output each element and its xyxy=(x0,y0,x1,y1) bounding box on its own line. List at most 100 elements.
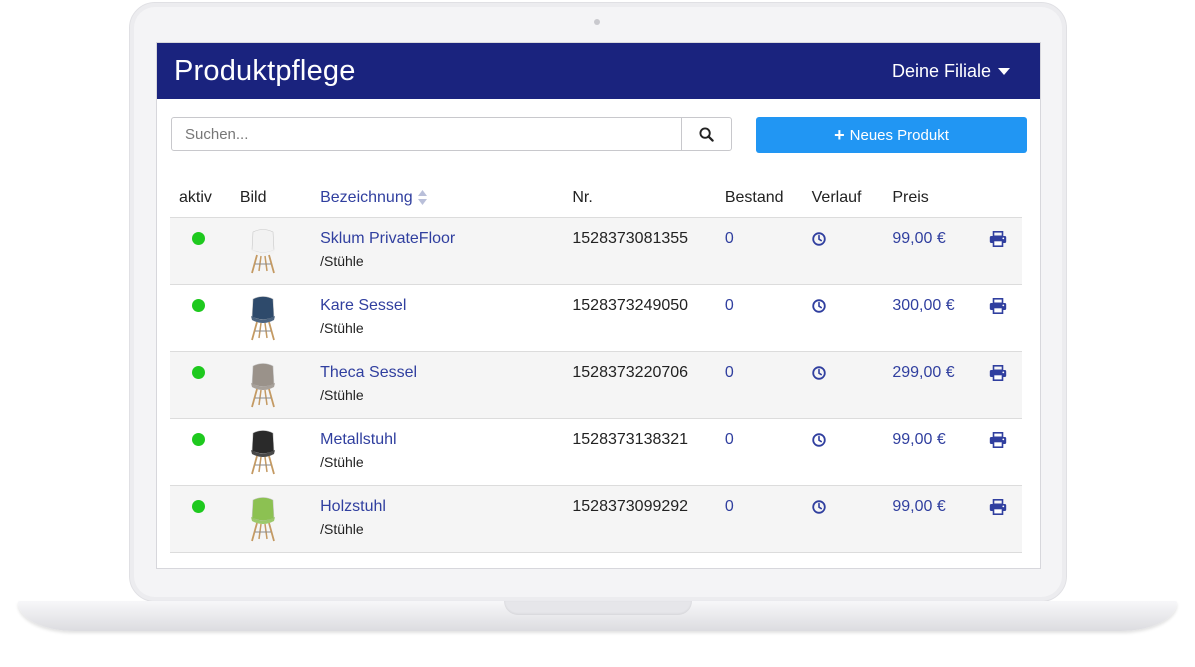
column-header-bild: Bild xyxy=(239,179,321,218)
active-status-dot xyxy=(192,299,205,312)
column-header-aktiv: aktiv xyxy=(170,179,240,218)
column-header-bezeichnung[interactable]: Bezeichnung xyxy=(320,179,573,218)
cell-nr: 1528373081355 xyxy=(572,217,725,285)
cell-bestand: 0 xyxy=(724,284,812,352)
branch-dropdown[interactable]: Deine Filiale xyxy=(892,61,1010,82)
print-icon[interactable] xyxy=(989,432,1007,448)
sort-by-bezeichnung-link[interactable]: Bezeichnung xyxy=(320,189,413,206)
cell-aktiv xyxy=(170,418,240,486)
table-row: Sklum PrivateFloor /Stühle 1528373081355… xyxy=(170,217,1022,285)
product-rows: Sklum PrivateFloor /Stühle 1528373081355… xyxy=(170,217,1022,553)
history-clock-icon[interactable] xyxy=(811,500,826,514)
product-category: /Stühle xyxy=(320,320,364,336)
price-link[interactable]: 300,00 € xyxy=(892,297,982,315)
product-number: 1528373138321 xyxy=(572,431,689,448)
table-row: Metallstuhl /Stühle 1528373138321 0 99,0… xyxy=(170,418,1022,486)
print-icon[interactable] xyxy=(989,298,1007,314)
price-link[interactable]: 299,00 € xyxy=(892,364,982,382)
cell-aktiv xyxy=(170,217,240,285)
price-link[interactable]: 99,00 € xyxy=(892,230,982,248)
cell-preis: 99,00 € xyxy=(892,485,983,553)
product-name-link[interactable]: Kare Sessel xyxy=(320,297,572,315)
laptop-notch xyxy=(504,601,692,615)
history-clock-icon[interactable] xyxy=(811,366,826,380)
product-category: /Stühle xyxy=(320,253,364,269)
print-icon[interactable] xyxy=(989,365,1007,381)
cell-print xyxy=(982,485,1022,553)
column-header-print xyxy=(982,179,1022,218)
cell-preis: 300,00 € xyxy=(892,284,983,352)
table-header-row: aktiv Bild Bezeichnung Nr. Bestand Verla… xyxy=(170,179,1022,218)
cell-bild xyxy=(239,351,321,419)
cell-bild xyxy=(239,284,321,352)
price-link[interactable]: 99,00 € xyxy=(892,431,982,449)
cell-bezeichnung: Theca Sessel /Stühle xyxy=(320,351,573,419)
column-header-nr: Nr. xyxy=(572,179,725,218)
product-category: /Stühle xyxy=(320,521,364,537)
product-number: 1528373220706 xyxy=(572,364,689,381)
cell-verlauf xyxy=(811,418,893,486)
active-status-dot xyxy=(192,232,205,245)
cell-bestand: 0 xyxy=(724,418,812,486)
cell-nr: 1528373249050 xyxy=(572,284,725,352)
cell-print xyxy=(982,284,1022,352)
cell-aktiv xyxy=(170,284,240,352)
cell-nr: 1528373138321 xyxy=(572,418,725,486)
cell-verlauf xyxy=(811,284,893,352)
print-icon[interactable] xyxy=(989,231,1007,247)
new-product-button[interactable]: + Neues Produkt xyxy=(756,117,1027,153)
product-name-link[interactable]: Theca Sessel xyxy=(320,364,572,382)
active-status-dot xyxy=(192,500,205,513)
price-link[interactable]: 99,00 € xyxy=(892,498,982,516)
toolbar: + Neues Produkt xyxy=(171,117,1027,153)
cell-verlauf xyxy=(811,485,893,553)
table-row: Kare Sessel /Stühle 1528373249050 0 300,… xyxy=(170,284,1022,352)
cell-verlauf xyxy=(811,351,893,419)
history-clock-icon[interactable] xyxy=(811,232,826,246)
product-table: aktiv Bild Bezeichnung Nr. Bestand Verla… xyxy=(170,179,1022,553)
product-name-link[interactable]: Metallstuhl xyxy=(320,431,572,449)
chair-thumbnail-icon xyxy=(250,430,275,475)
active-status-dot xyxy=(192,433,205,446)
search-input[interactable] xyxy=(172,118,681,150)
new-product-label: Neues Produkt xyxy=(849,126,949,144)
stock-link[interactable]: 0 xyxy=(725,230,812,248)
cell-preis: 99,00 € xyxy=(892,217,983,285)
cell-nr: 1528373099292 xyxy=(572,485,725,553)
column-header-preis: Preis xyxy=(892,179,983,218)
product-category: /Stühle xyxy=(320,387,364,403)
history-clock-icon[interactable] xyxy=(811,299,826,313)
cell-print xyxy=(982,351,1022,419)
webcam xyxy=(594,19,600,25)
cell-bezeichnung: Kare Sessel /Stühle xyxy=(320,284,573,352)
cell-bezeichnung: Holzstuhl /Stühle xyxy=(320,485,573,553)
stock-link[interactable]: 0 xyxy=(725,364,812,382)
product-number: 1528373081355 xyxy=(572,230,689,247)
cell-bestand: 0 xyxy=(724,217,812,285)
cell-nr: 1528373220706 xyxy=(572,351,725,419)
search-button[interactable] xyxy=(681,118,731,150)
cell-bild xyxy=(239,485,321,553)
chair-thumbnail-icon xyxy=(250,296,275,341)
product-name-link[interactable]: Sklum PrivateFloor xyxy=(320,230,572,248)
active-status-dot xyxy=(192,366,205,379)
history-clock-icon[interactable] xyxy=(811,433,826,447)
cell-preis: 299,00 € xyxy=(892,351,983,419)
product-category: /Stühle xyxy=(320,454,364,470)
cell-bezeichnung: Sklum PrivateFloor /Stühle xyxy=(320,217,573,285)
cell-bild xyxy=(239,418,321,486)
app-screen: Produktpflege Deine Filiale + Neues Prod… xyxy=(156,42,1041,569)
cell-bild xyxy=(239,217,321,285)
cell-bestand: 0 xyxy=(724,485,812,553)
stock-link[interactable]: 0 xyxy=(725,498,812,516)
stock-link[interactable]: 0 xyxy=(725,297,812,315)
print-icon[interactable] xyxy=(989,499,1007,515)
branch-label: Deine Filiale xyxy=(891,60,991,81)
column-header-verlauf: Verlauf xyxy=(811,179,893,218)
app-header: Produktpflege Deine Filiale xyxy=(157,43,1040,99)
stock-link[interactable]: 0 xyxy=(725,431,812,449)
plus-icon: + xyxy=(834,125,845,145)
search-icon xyxy=(699,126,714,142)
product-name-link[interactable]: Holzstuhl xyxy=(320,498,572,516)
caret-down-icon xyxy=(998,67,1010,75)
